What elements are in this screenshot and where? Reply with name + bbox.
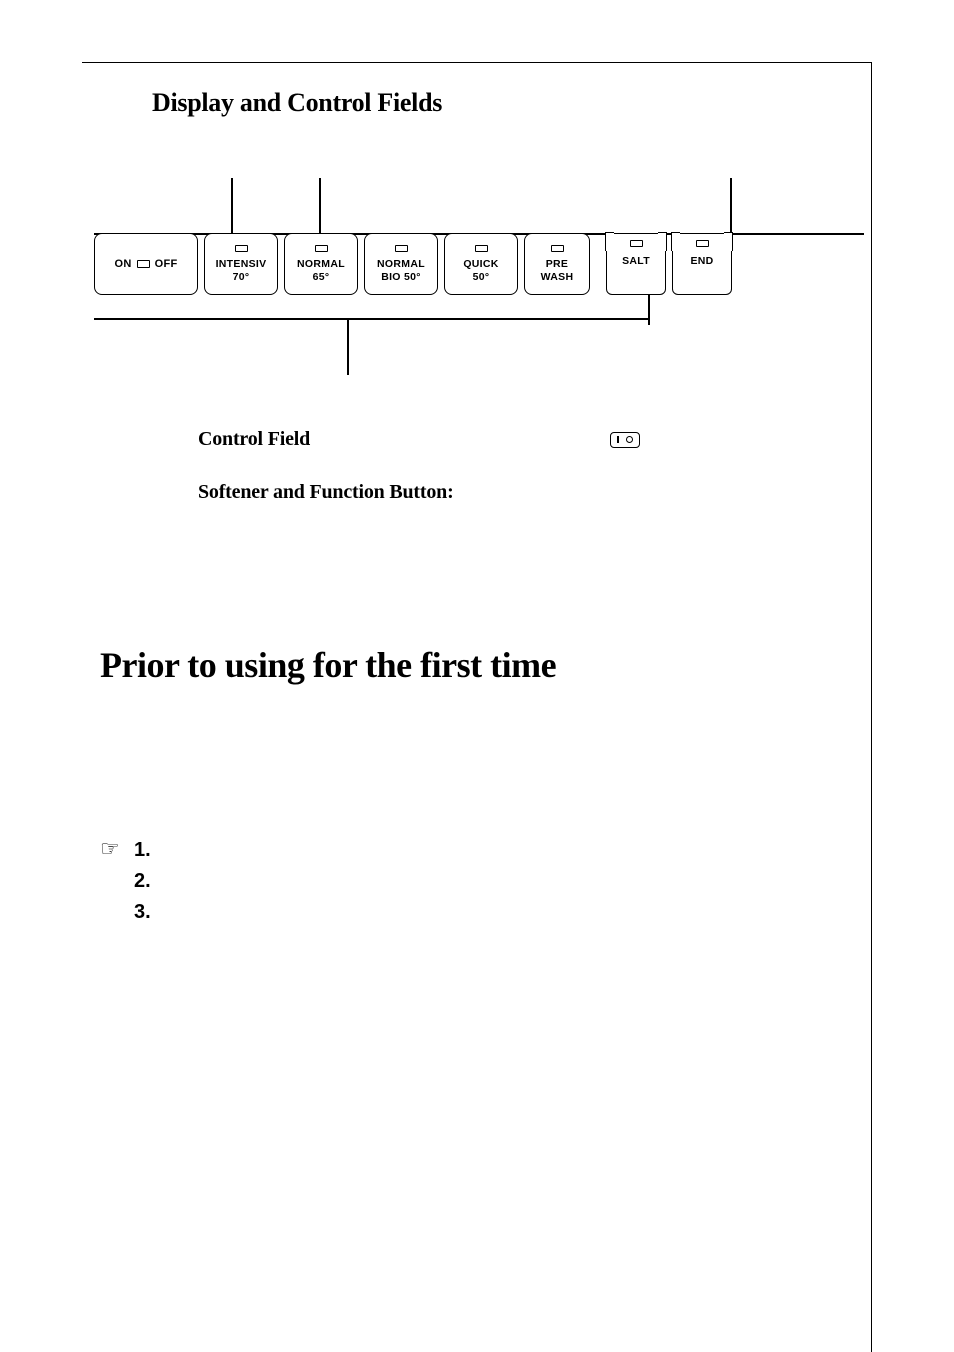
- led-icon: [696, 240, 709, 247]
- end-indicator: END: [672, 233, 732, 295]
- program-label-line2: 65°: [313, 271, 330, 283]
- program-label-line2: 50°: [473, 271, 490, 283]
- on-off-small-icon: [610, 432, 640, 448]
- leader-line: [231, 178, 233, 233]
- program-label-line1: NORMAL: [377, 258, 425, 270]
- panel-buttons-row: ON OFF INTENSIV 70° NORMAL 65° NORMAL BI…: [94, 233, 864, 295]
- program-label-line1: NORMAL: [297, 258, 345, 270]
- leader-line: [648, 295, 650, 325]
- leader-line: [347, 320, 349, 375]
- program-label-line2: BIO 50°: [381, 271, 421, 283]
- program-label-line1: QUICK: [463, 258, 498, 270]
- program-pre-wash-button[interactable]: PRE WASH: [524, 233, 590, 295]
- off-label: OFF: [155, 258, 178, 271]
- program-label-line1: PRE: [546, 258, 569, 270]
- leader-line: [730, 178, 732, 233]
- led-icon: [630, 240, 643, 247]
- program-label-line1: INTENSIV: [216, 258, 267, 270]
- led-icon: [551, 245, 564, 252]
- program-intensiv-70-button[interactable]: INTENSIV 70°: [204, 233, 278, 295]
- control-panel-diagram: ON OFF INTENSIV 70° NORMAL 65° NORMAL BI…: [94, 178, 864, 378]
- circle-icon: [626, 436, 633, 443]
- panel-bottom-bar: [94, 318, 649, 320]
- on-off-button[interactable]: ON OFF: [94, 233, 198, 295]
- led-icon: [395, 245, 408, 252]
- program-label-line2: WASH: [541, 271, 574, 283]
- led-icon: [475, 245, 488, 252]
- salt-indicator: SALT: [606, 233, 666, 295]
- program-normal-65-button[interactable]: NORMAL 65°: [284, 233, 358, 295]
- bar-icon: [617, 436, 619, 443]
- leader-line: [319, 178, 321, 233]
- led-icon: [315, 245, 328, 252]
- led-icon: [235, 245, 248, 252]
- indicator-label: END: [690, 255, 713, 267]
- program-label-line2: 70°: [233, 271, 250, 283]
- program-quick-50-button[interactable]: QUICK 50°: [444, 233, 518, 295]
- program-normal-bio-50-button[interactable]: NORMAL BIO 50°: [364, 233, 438, 295]
- indicator-label: SALT: [622, 255, 650, 267]
- led-icon: [137, 260, 150, 268]
- on-label: ON: [114, 258, 131, 271]
